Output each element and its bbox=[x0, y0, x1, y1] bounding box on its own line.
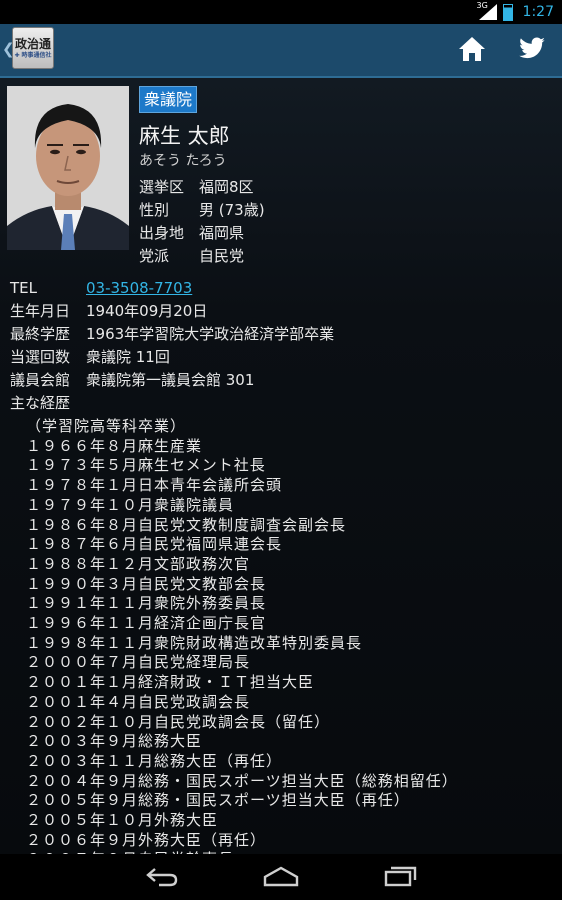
recents-icon[interactable] bbox=[384, 865, 418, 891]
logo-title: 政治通 bbox=[14, 36, 51, 51]
battery-icon bbox=[502, 3, 513, 21]
detail-value: 自民党 bbox=[199, 247, 245, 265]
career-item: １９７９年１０月衆議院議員 bbox=[26, 495, 235, 514]
info-value: 衆議院 11回 bbox=[86, 348, 170, 366]
career-item: １９７８年１月日本青年会議所会頭 bbox=[26, 476, 283, 495]
info-label: 生年月日 bbox=[10, 302, 71, 320]
tel-label: TEL bbox=[10, 279, 37, 297]
detail-value: 男 (73歳) bbox=[199, 201, 265, 219]
home-nav-icon[interactable] bbox=[263, 865, 299, 891]
career-item: １９９０年３月自民党文教部会長 bbox=[26, 574, 267, 593]
twitter-icon[interactable] bbox=[518, 37, 546, 65]
info-row: 議員会館 衆議院第一議員会館 301 bbox=[10, 369, 334, 392]
career-item: １９７３年５月麻生セメント社長 bbox=[26, 456, 266, 475]
career-item: １９９８年１１月衆院財政構造改革特別委員長 bbox=[26, 633, 363, 652]
detail-value: 福岡8区 bbox=[199, 178, 254, 196]
career-item: ２００３年１１月総務大臣（再任） bbox=[26, 751, 283, 770]
action-bar: ❮ 政治通 ✚ 時事通信社 bbox=[0, 24, 562, 78]
career-heading-row: 主な経歴 bbox=[10, 392, 334, 415]
info-label: 当選回数 bbox=[10, 348, 71, 366]
career-item: ２００３年９月総務大臣 bbox=[26, 732, 203, 751]
detail-row: 出身地 福岡県 bbox=[139, 222, 265, 245]
info-row: 最終学歴 1963年学習院大学政治経済学部卒業 bbox=[10, 323, 334, 346]
signal-icon: 3G bbox=[476, 1, 497, 20]
detail-label: 出身地 bbox=[139, 224, 185, 242]
back-icon[interactable] bbox=[145, 865, 179, 891]
info-row-tel: TEL 03-3508-7703 bbox=[10, 277, 334, 300]
career-item: ２００２年１０月自民党政調会長（留任） bbox=[26, 712, 331, 731]
career-item: ２００６年９月外務大臣（再任） bbox=[26, 830, 267, 849]
career-item: １９６６年８月麻生産業 bbox=[26, 436, 203, 455]
info-label: 議員会館 bbox=[10, 371, 71, 389]
detail-label: 選挙区 bbox=[139, 178, 185, 196]
career-item: ２００１年１月経済財政・ＩＴ担当大臣 bbox=[26, 673, 315, 692]
profile-details: 選挙区 福岡8区 性別 男 (73歳) 出身地 福岡県 党派 自民党 bbox=[139, 176, 265, 268]
home-icon[interactable] bbox=[458, 36, 486, 66]
clock: 1:27 bbox=[522, 4, 554, 20]
portrait-photo bbox=[7, 86, 129, 250]
logo-subtitle: ✚ 時事通信社 bbox=[14, 51, 52, 59]
career-item: １９９１年１１月衆院外務委員長 bbox=[26, 594, 267, 613]
career-item: １９９６年１１月経済企画庁長官 bbox=[26, 614, 267, 633]
career-item: ２０００年７月自民党経理局長 bbox=[26, 653, 251, 672]
politician-kana: あそう たろう bbox=[139, 153, 227, 169]
detail-row: 性別 男 (73歳) bbox=[139, 199, 265, 222]
career-item: ２００４年９月総務・国民スポーツ担当大臣（総務相留任） bbox=[26, 771, 458, 790]
info-row: 当選回数 衆議院 11回 bbox=[10, 346, 334, 369]
profile-content[interactable]: 衆議院 麻生 太郎 あそう たろう 選挙区 福岡8区 性別 男 (73歳) 出身… bbox=[0, 78, 562, 854]
info-value: 衆議院第一議員会館 301 bbox=[86, 371, 255, 389]
career-item: ２００５年１０月外務大臣 bbox=[26, 811, 219, 830]
info-section: TEL 03-3508-7703 生年月日 1940年09月20日 最終学歴 1… bbox=[10, 277, 334, 415]
career-item: １９８６年８月自民党文教制度調査会副会長 bbox=[26, 515, 347, 534]
tel-link[interactable]: 03-3508-7703 bbox=[86, 277, 192, 300]
detail-row: 党派 自民党 bbox=[139, 245, 265, 268]
info-label: 最終学歴 bbox=[10, 325, 71, 343]
app-logo[interactable]: 政治通 ✚ 時事通信社 bbox=[12, 27, 54, 69]
career-item: １９８７年６月自民党福岡県連会長 bbox=[26, 535, 283, 554]
detail-row: 選挙区 福岡8区 bbox=[139, 176, 265, 199]
network-type-label: 3G bbox=[476, 1, 488, 10]
info-value: 1963年学習院大学政治経済学部卒業 bbox=[86, 325, 335, 343]
career-item: ２００５年９月総務・国民スポーツ担当大臣（再任） bbox=[26, 791, 410, 810]
career-item: ２００１年４月自民党政調会長 bbox=[26, 692, 251, 711]
career-list: （学習院高等科卒業） １９６６年８月麻生産業 １９７３年５月麻生セメント社長 １９７８… bbox=[26, 417, 458, 854]
politician-name: 麻生 太郎 bbox=[139, 124, 230, 148]
info-value: 1940年09月20日 bbox=[86, 302, 208, 320]
career-item: １９８８年１２月文部政務次官 bbox=[26, 554, 251, 573]
info-row: 生年月日 1940年09月20日 bbox=[10, 300, 334, 323]
detail-value: 福岡県 bbox=[199, 224, 245, 242]
detail-label: 党派 bbox=[139, 247, 170, 265]
status-bar: 3G 1:27 bbox=[0, 0, 562, 24]
career-heading: 主な経歴 bbox=[10, 394, 71, 412]
career-item: （学習院高等科卒業） bbox=[26, 417, 187, 435]
detail-label: 性別 bbox=[139, 201, 170, 219]
chamber-badge: 衆議院 bbox=[139, 86, 198, 113]
system-nav-bar bbox=[0, 854, 562, 900]
